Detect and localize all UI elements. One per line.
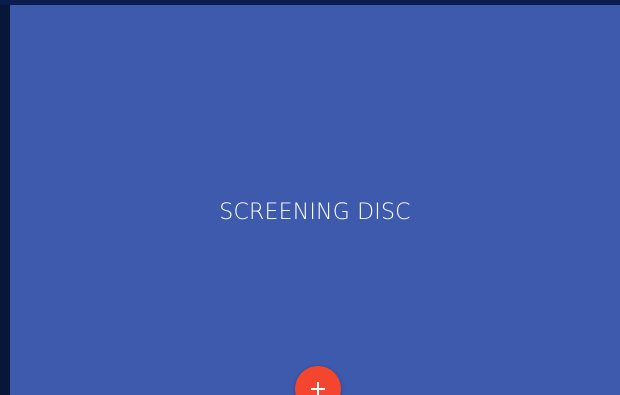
window-left-frame bbox=[0, 0, 10, 395]
add-button[interactable] bbox=[295, 366, 341, 395]
screening-disc-panel: SCREENING DISC bbox=[10, 5, 620, 395]
panel-title: SCREENING DISC bbox=[219, 200, 411, 225]
